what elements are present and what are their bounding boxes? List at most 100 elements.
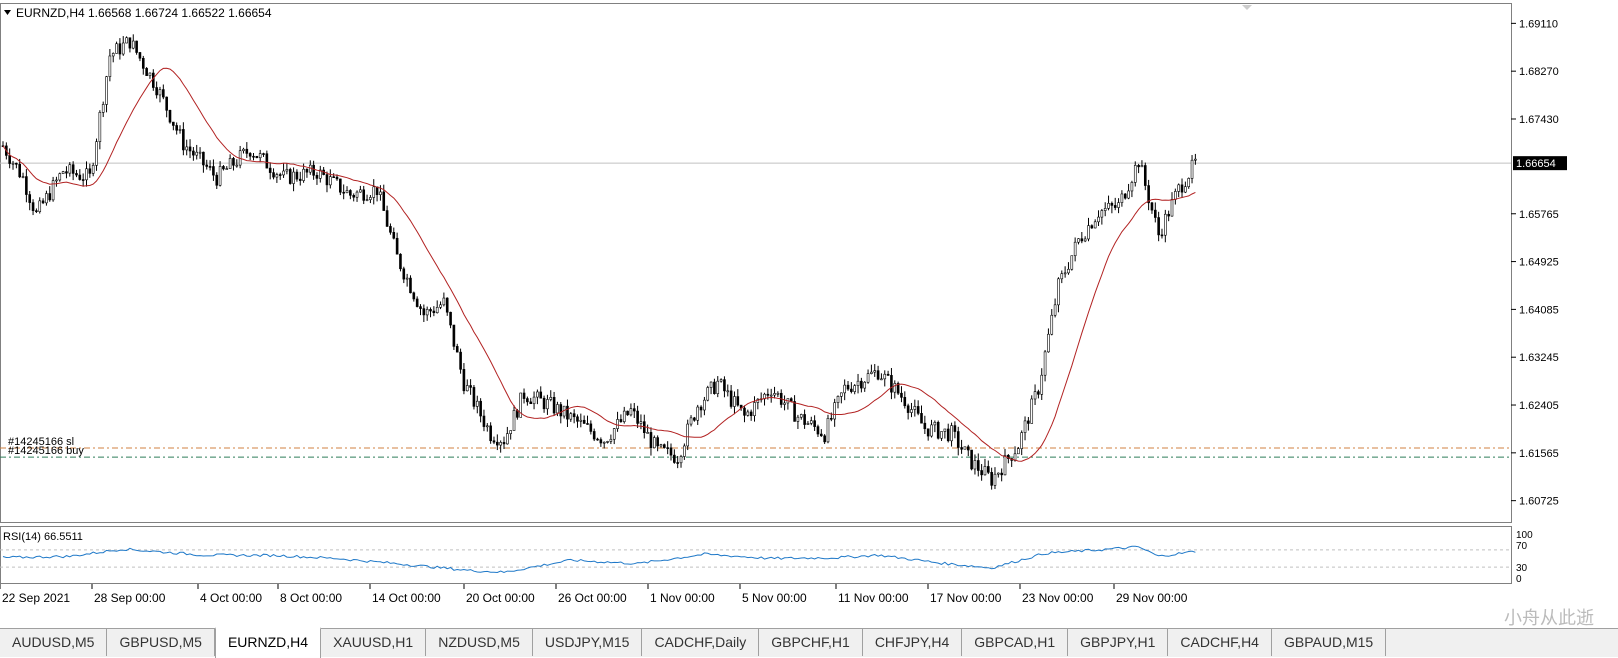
tab-gbpchf-h1[interactable]: GBPCHF,H1: [759, 629, 863, 656]
tab-chfjpy-h4[interactable]: CHFJPY,H4: [863, 629, 963, 656]
candle-body: [369, 197, 372, 200]
price-tick-label: 1.63245: [1519, 352, 1559, 364]
candle-body: [582, 419, 586, 424]
candle-body: [75, 173, 78, 176]
candle-body: [599, 439, 603, 444]
chart-area[interactable]: 1.69110 1.68270 1.67430 1.65765 1.64925 1.640…: [0, 0, 1618, 612]
candle-body: [352, 195, 356, 198]
candle-body: [719, 379, 723, 382]
candle-body: [108, 55, 112, 77]
candle-body: [1067, 268, 1070, 274]
candle-body: [472, 387, 476, 407]
price-tick-label: 1.64925: [1519, 257, 1559, 269]
candle-body: [195, 151, 199, 156]
candle-body: [158, 89, 162, 96]
candle-body: [155, 87, 158, 96]
candle-body: [686, 423, 690, 447]
candle-body: [315, 174, 319, 179]
candle-body: [936, 421, 940, 439]
candle-body: [1027, 420, 1030, 424]
candle-body: [1107, 203, 1110, 209]
candle-body: [305, 168, 309, 173]
candle-body: [1120, 193, 1124, 203]
candle-body: [512, 410, 516, 431]
candle-body: [298, 178, 302, 181]
candle-body: [602, 441, 606, 444]
candle-body: [589, 423, 593, 432]
candle-body: [1070, 255, 1074, 270]
candle-body: [469, 385, 472, 388]
tab-xauusd-h1[interactable]: XAUUSD,H1: [321, 629, 427, 656]
candle-body: [1164, 213, 1167, 236]
tab-gbpaud-m15[interactable]: GBPAUD,M15: [1272, 629, 1387, 656]
candle-body: [485, 425, 489, 428]
tab-cadchf-daily[interactable]: CADCHF,Daily: [642, 629, 760, 656]
candle-body: [225, 168, 229, 170]
candle-body: [1000, 472, 1003, 476]
candle-body: [699, 406, 703, 411]
candle-body: [372, 186, 376, 198]
candle-body: [973, 460, 977, 470]
candle-body: [162, 89, 165, 98]
candle-body: [165, 96, 168, 111]
time-tick-label: 17 Nov 00:00: [930, 591, 1002, 605]
candle-body: [15, 162, 18, 165]
candle-body: [806, 423, 810, 425]
tab-eurnzd-h4[interactable]: EURNZD,H4: [214, 627, 322, 658]
candle-body: [619, 419, 623, 422]
candle-body: [823, 435, 826, 443]
tab-cadchf-h4[interactable]: CADCHF,H4: [1168, 629, 1272, 656]
candle-body: [663, 444, 666, 448]
candle-body: [1110, 203, 1114, 206]
candle-body: [1100, 210, 1104, 218]
price-chart[interactable]: 1.69110 1.68270 1.67430 1.65765 1.64925 1.640…: [0, 0, 1618, 612]
tab-gbpusd-m5[interactable]: GBPUSD,M5: [107, 629, 215, 656]
candle-body: [646, 432, 649, 434]
candle-body: [920, 413, 923, 424]
candle-body: [78, 174, 82, 180]
candle-body: [1143, 165, 1147, 186]
tab-gbpcad-h1[interactable]: GBPCAD,H1: [962, 629, 1069, 656]
candle-body: [796, 416, 800, 422]
candle-body: [592, 431, 596, 440]
candle-body: [1150, 202, 1154, 211]
candle-body: [873, 370, 877, 373]
candle-body: [295, 171, 299, 180]
candle-body: [656, 437, 659, 447]
candle-body: [1017, 448, 1020, 455]
tab-audusd-m5[interactable]: AUDUSD,M5: [0, 629, 108, 656]
candle-body: [258, 153, 262, 159]
candle-body: [105, 76, 108, 105]
candle-body: [946, 428, 950, 442]
candle-body: [482, 415, 486, 427]
price-tick-label: 1.60725: [1519, 496, 1559, 508]
candle-body: [71, 164, 75, 174]
candle-body: [1167, 213, 1170, 217]
candle-body: [38, 200, 42, 212]
candle-body: [402, 268, 406, 280]
candle-body: [1060, 273, 1064, 280]
candle-body: [399, 253, 402, 270]
candle-body: [622, 410, 626, 422]
candle-body: [696, 406, 700, 421]
tab-gbpjpy-h1[interactable]: GBPJPY,H1: [1068, 629, 1169, 656]
candle-body: [632, 408, 636, 412]
candle-body: [168, 109, 172, 123]
price-tick-label: 1.68270: [1519, 66, 1559, 78]
tab-usdjpy-m15[interactable]: USDJPY,M15: [533, 629, 643, 656]
candle-body: [506, 433, 509, 445]
candle-body: [769, 394, 773, 397]
candle-body: [1050, 314, 1054, 335]
candle-body: [265, 153, 269, 169]
candle-body: [268, 167, 272, 173]
candle-body: [726, 390, 730, 393]
candle-body: [118, 43, 122, 55]
candle-body: [88, 168, 92, 174]
candle-body: [853, 385, 857, 392]
candle-body: [1040, 374, 1044, 395]
candle-body: [542, 397, 546, 410]
candle-body: [115, 43, 118, 54]
rsi-axis-100: 100: [1516, 530, 1533, 541]
candle-body: [546, 399, 549, 410]
tab-nzdusd-m5[interactable]: NZDUSD,M5: [426, 629, 533, 656]
